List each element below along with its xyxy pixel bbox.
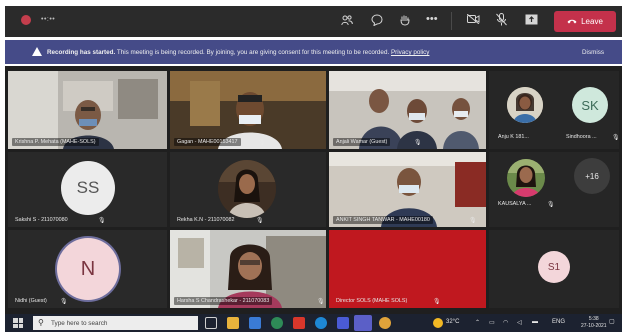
avatar-initials: S1 [547, 261, 561, 273]
banner-title: Recording has started. [47, 49, 116, 56]
mic-muted-icon: 🎙 [612, 135, 619, 141]
file-explorer-icon[interactable] [227, 317, 239, 329]
participant-tile[interactable]: S1 [489, 230, 619, 308]
avatar: N [57, 238, 119, 300]
chrome-icon[interactable] [379, 317, 391, 329]
privacy-policy-link[interactable]: Privacy policy [391, 49, 430, 56]
participant-tile[interactable]: ANKIT SINGH TANWAR - MAHE00180 🎙 [329, 152, 486, 227]
toolbar-divider [451, 12, 452, 30]
participant-grid: Krishna P. Mehata (MAHE-SOLS) Gagan - MA… [5, 66, 622, 314]
taskbar: ⚲ Type here to search 32°C ⌃ ▭ ◠ ◁ ▬ ENG… [5, 314, 622, 332]
participant-name: KAUSALYA ... [498, 201, 532, 207]
task-view-icon[interactable] [205, 317, 217, 329]
windows-start-icon[interactable] [13, 318, 23, 328]
share-icon[interactable] [525, 14, 538, 27]
participant-name: ANKIT SINGH TANWAR - MAHE00180 [333, 216, 433, 224]
meeting-timer: ••:•• [41, 16, 56, 23]
app-icon[interactable] [337, 317, 349, 329]
participant-tile[interactable]: N Nidhi (Guest) 🎙 [8, 230, 167, 308]
mic-muted-icon: 🎙 [98, 218, 106, 224]
phone-hangup-icon [567, 17, 577, 26]
wifi-icon[interactable]: ◠ [503, 319, 508, 326]
avatar [507, 87, 543, 123]
battery-icon[interactable]: ▬ [532, 319, 538, 325]
mic-muted-icon: 🎙 [547, 202, 555, 208]
participant-name: Rekha K.N - 211070082 [177, 217, 235, 223]
mic-muted-icon: 🎙 [60, 299, 68, 305]
banner-message: This meeting is being recorded. By joini… [116, 49, 390, 56]
mic-muted-icon: 🎙 [469, 218, 477, 224]
avatar: S1 [538, 251, 570, 283]
recording-indicator [21, 15, 31, 25]
chrome-icon[interactable] [271, 317, 283, 329]
app-icon[interactable] [293, 317, 305, 329]
mic-muted-icon: 🎙 [414, 140, 422, 146]
teams-icon[interactable] [354, 315, 372, 331]
chat-icon[interactable] [371, 14, 383, 28]
reactions-icon[interactable] [399, 14, 411, 28]
participant-name: Harsha S Chandrashekar - 211070083 [174, 297, 273, 305]
participant-tile[interactable]: Gagan - MAHE00153417 🎙 [170, 71, 326, 149]
notifications-icon[interactable]: ▢ [609, 318, 615, 325]
clock-date: 27-10-2021 [581, 322, 607, 329]
avatar: SK [572, 87, 608, 123]
participant-name: Krishna P. Mehata (MAHE-SOLS) [12, 138, 99, 146]
leave-label: Leave [581, 17, 603, 26]
participant-tile[interactable]: Rekha K.N - 211070082 🎙 [170, 152, 326, 227]
recording-banner: Recording has started. This meeting is b… [5, 40, 622, 64]
mic-icon[interactable] [496, 13, 507, 28]
camera-icon[interactable] [466, 13, 480, 26]
app-icon[interactable] [249, 317, 261, 329]
participant-name: Sindhoora ... [566, 134, 597, 140]
leave-button[interactable]: Leave [554, 11, 616, 32]
mic-muted-icon: 🎙 [258, 140, 266, 146]
overflow-count: +16 [585, 171, 599, 181]
weather-temperature[interactable]: 32°C [446, 319, 459, 325]
participant-tile[interactable]: Anju K 181... SK Sindhoora ... 🎙 [489, 71, 619, 149]
avatar-initials: N [80, 257, 96, 280]
volume-icon[interactable]: ◁ [517, 319, 522, 326]
search-placeholder: Type here to search [51, 319, 108, 327]
weather-icon[interactable] [433, 318, 443, 328]
participant-tile[interactable]: Harsha S Chandrashekar - 211070083 🎙 [170, 230, 326, 308]
mic-muted-icon: 🎙 [256, 218, 264, 224]
taskbar-clock[interactable]: 5:38 27-10-2021 [581, 316, 607, 329]
participant-name: Nidhi (Guest) [15, 298, 47, 304]
warning-icon [32, 47, 42, 56]
mic-muted-icon: 🎙 [317, 299, 325, 305]
participant-tile[interactable]: Krishna P. Mehata (MAHE-SOLS) [8, 71, 167, 149]
avatar: SS [61, 161, 115, 215]
dismiss-button[interactable]: Dismiss [582, 49, 604, 56]
language-indicator[interactable]: ENG [552, 319, 565, 325]
avatar [507, 159, 545, 197]
participant-tile[interactable]: KAUSALYA ... 🎙 +16 [489, 152, 619, 227]
screen: ••:•• ••• Leave Recording has started. T… [0, 0, 629, 333]
search-icon: ⚲ [38, 318, 44, 327]
participant-name: Gagan - MAHE00153417 [174, 138, 241, 146]
banner-text: Recording has started. This meeting is b… [47, 49, 429, 56]
network-icon[interactable]: ▭ [489, 319, 495, 326]
participant-name: Anjali Wamar (Guest) [333, 138, 391, 146]
participant-name: Anju K 181... [498, 134, 529, 140]
participants-icon[interactable] [341, 14, 353, 28]
participant-name: Director SOLS (MAHE SOLS) [336, 298, 408, 304]
taskbar-search-input[interactable]: ⚲ Type here to search [33, 316, 198, 330]
more-participants-button[interactable]: +16 [574, 158, 610, 194]
avatar-initials: SK [581, 97, 599, 113]
participant-name: Sakshi S - 211070080 [15, 217, 68, 223]
participant-tile[interactable]: Director SOLS (MAHE SOLS) 🎙 [329, 230, 486, 308]
edge-icon[interactable] [315, 317, 327, 329]
participant-tile[interactable]: Anjali Wamar (Guest) 🎙 [329, 71, 486, 149]
avatar [218, 160, 276, 218]
avatar-initials: SS [76, 178, 100, 197]
more-icon[interactable]: ••• [426, 13, 438, 25]
participant-tile[interactable]: SS Sakshi S - 211070080 🎙 [8, 152, 167, 227]
chevron-up-icon[interactable]: ⌃ [475, 319, 480, 326]
mic-muted-icon: 🎙 [433, 299, 441, 305]
